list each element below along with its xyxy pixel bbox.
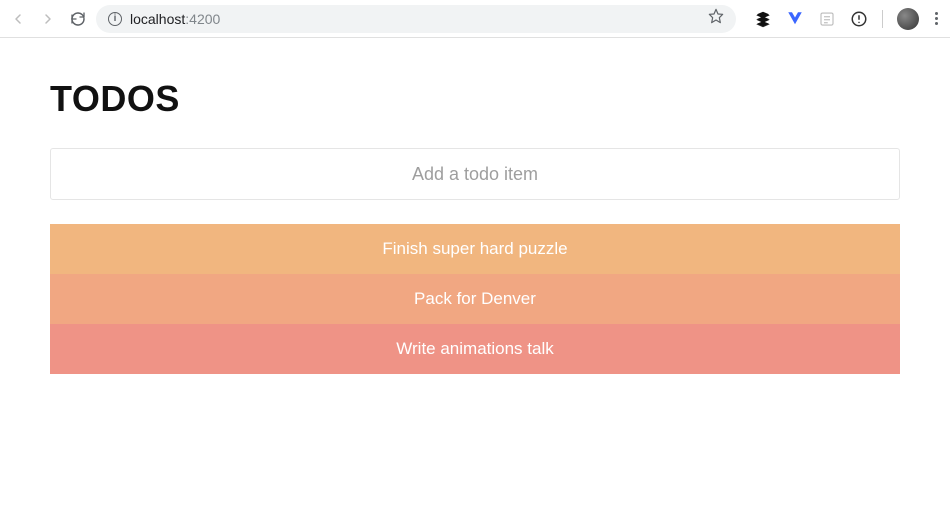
profile-avatar[interactable] [897,8,919,30]
todo-item[interactable]: Write animations talk [50,324,900,374]
vue-extension-icon[interactable] [786,10,804,28]
extension-icons [754,8,940,30]
readability-extension-icon[interactable] [818,10,836,28]
page-content: TODOS Finish super hard puzzle Pack for … [0,38,950,374]
toolbar-divider [882,10,883,28]
todo-item[interactable]: Pack for Denver [50,274,900,324]
forward-button[interactable] [40,11,56,27]
url-host: localhost [130,11,185,27]
todo-item[interactable]: Finish super hard puzzle [50,224,900,274]
todo-item-label: Write animations talk [396,339,553,359]
add-todo-input[interactable] [50,148,900,200]
buffer-extension-icon[interactable] [754,10,772,28]
todo-list: Finish super hard puzzle Pack for Denver… [50,224,900,374]
todo-item-label: Finish super hard puzzle [382,239,567,259]
site-info-icon[interactable]: i [108,12,122,26]
browser-toolbar: i localhost:4200 [0,0,950,38]
back-button[interactable] [10,11,26,27]
page-title: TODOS [50,78,900,120]
nav-buttons [10,11,86,27]
browser-menu-button[interactable] [933,12,940,25]
url-text: localhost:4200 [130,11,220,27]
adblock-extension-icon[interactable] [850,10,868,28]
bookmark-star-icon[interactable] [708,8,724,29]
reload-button[interactable] [70,11,86,27]
address-bar[interactable]: i localhost:4200 [96,5,736,33]
todo-item-label: Pack for Denver [414,289,536,309]
url-port: :4200 [185,11,220,27]
